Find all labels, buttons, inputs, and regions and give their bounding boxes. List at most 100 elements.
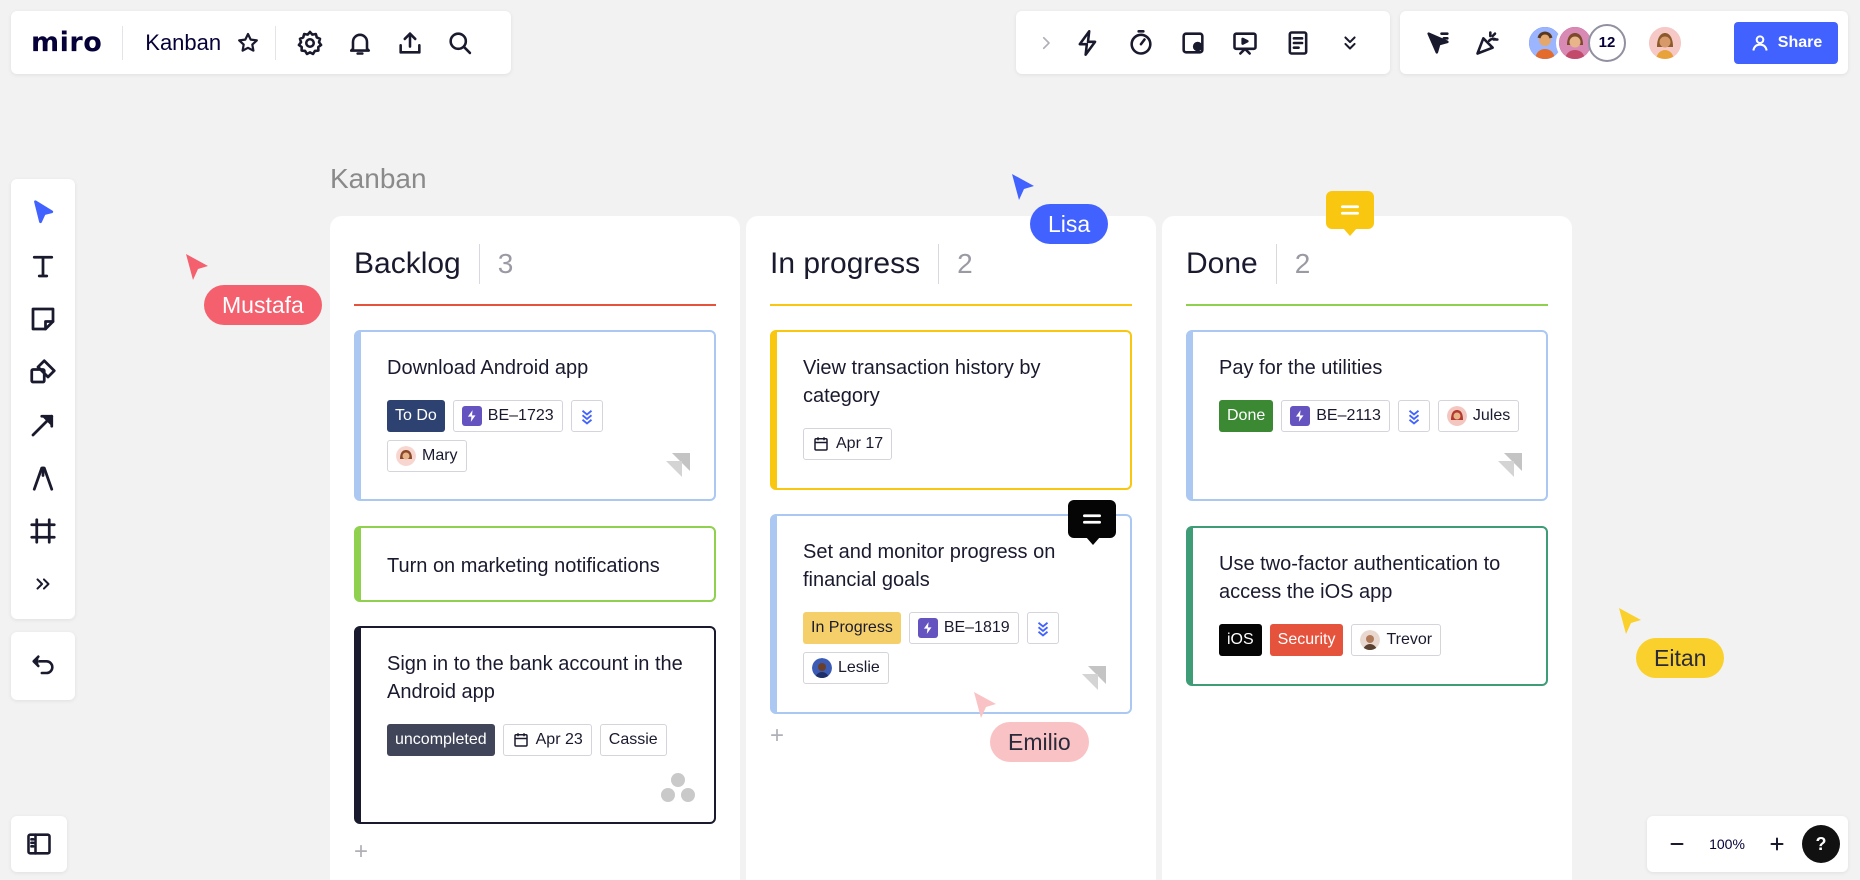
share-button[interactable]: Share (1734, 21, 1838, 64)
add-card-button[interactable]: + (354, 838, 368, 866)
kanban-column-done[interactable]: Done 2 Pay for the utilities Done BE–211… (1162, 216, 1572, 880)
collaborator-count-badge[interactable]: 12 (1588, 23, 1626, 62)
kanban-card[interactable]: Turn on marketing notifications (354, 526, 716, 602)
sidebar-panel-icon[interactable] (17, 822, 61, 866)
select-cursor-icon[interactable] (21, 191, 65, 235)
comment-bubble[interactable] (1068, 500, 1116, 538)
add-card-button[interactable]: + (770, 722, 784, 750)
card-tags: To Do BE–1723 Mary (387, 400, 690, 472)
sticky-note-icon[interactable] (21, 297, 65, 341)
priority-lowest-icon[interactable] (570, 400, 603, 432)
kanban-card[interactable]: Pay for the utilities Done BE–2113 Jules (1186, 330, 1548, 501)
collaborator-avatars[interactable]: 12 (1526, 23, 1626, 62)
divider (478, 244, 480, 284)
status-tag[interactable]: uncompleted (387, 724, 495, 756)
text-tool-icon[interactable] (21, 244, 65, 288)
arrow-connector-icon[interactable] (21, 403, 65, 447)
zoom-out-icon[interactable] (1655, 822, 1699, 866)
priority-lowest-icon[interactable] (1026, 612, 1059, 644)
timer-icon[interactable] (1119, 21, 1163, 65)
frame-tool-icon[interactable] (21, 509, 65, 553)
pen-tool-icon[interactable] (21, 456, 65, 500)
notes-list-icon[interactable] (1276, 21, 1320, 65)
due-date-tag[interactable]: Apr 17 (803, 428, 893, 460)
collaboration-toolbar (1016, 11, 1390, 74)
card-title[interactable]: Sign in to the bank account in the Andro… (387, 650, 690, 706)
divider (1275, 244, 1277, 284)
due-date-tag[interactable]: Apr 23 (502, 724, 592, 756)
status-tag[interactable]: In Progress (803, 612, 901, 644)
column-underline (770, 304, 1132, 306)
collaborator-cursor-label: Mustafa (204, 285, 322, 325)
card-title[interactable]: Turn on marketing notifications (387, 552, 690, 580)
people-share-bar: 12 Share (1400, 11, 1848, 74)
priority-lowest-icon[interactable] (1397, 400, 1430, 432)
search-icon[interactable] (438, 21, 482, 65)
presentation-icon[interactable] (1223, 21, 1267, 65)
assignee-name: Leslie (838, 659, 880, 676)
settings-gear-icon[interactable] (288, 21, 332, 65)
status-tag[interactable]: To Do (387, 400, 445, 432)
collaborator-cursor-label: Eitan (1636, 638, 1725, 678)
chevron-right-icon[interactable] (1034, 21, 1058, 65)
assignee-tag[interactable]: Trevor (1351, 624, 1442, 656)
card-note-icon[interactable] (1171, 21, 1215, 65)
card-title[interactable]: View transaction history by category (803, 354, 1106, 410)
jira-lightning-icon (1290, 406, 1311, 426)
kanban-column-in-progress[interactable]: In progress 2 View transaction history b… (746, 216, 1156, 880)
column-title[interactable]: In progress (770, 247, 920, 281)
comment-bubble-tail (1086, 537, 1100, 545)
bell-icon[interactable] (338, 21, 382, 65)
platform-tag[interactable]: iOS (1219, 624, 1262, 656)
cursor-follow-icon[interactable] (1416, 21, 1460, 65)
comment-bubble[interactable] (1326, 191, 1374, 229)
board-title[interactable]: Kanban (145, 30, 221, 56)
status-tag[interactable]: Done (1219, 400, 1274, 432)
column-title[interactable]: Backlog (354, 247, 461, 281)
kanban-card[interactable]: Use two-factor authentication to access … (1186, 526, 1548, 686)
due-date: Apr 23 (535, 731, 583, 748)
jira-ticket-tag[interactable]: BE–1819 (908, 612, 1019, 644)
kanban-card[interactable]: Download Android app To Do BE–1723 Mary (354, 330, 716, 501)
person-avatar-icon (1559, 26, 1591, 59)
assignee-tag[interactable]: Cassie (599, 724, 667, 756)
help-button[interactable]: ? (1802, 825, 1840, 863)
frame-label[interactable]: Kanban (330, 163, 427, 195)
card-title[interactable]: Pay for the utilities (1219, 354, 1522, 382)
assignee-tag[interactable]: Jules (1437, 400, 1520, 432)
kanban-card[interactable]: View transaction history by category Apr… (770, 330, 1132, 490)
card-title[interactable]: Use two-factor authentication to access … (1219, 550, 1522, 606)
assignee-tag[interactable]: Mary (387, 440, 467, 472)
divider (275, 25, 277, 60)
star-icon[interactable] (233, 21, 263, 65)
jira-ticket-tag[interactable]: BE–2113 (1281, 400, 1390, 432)
category-tag[interactable]: Security (1269, 624, 1344, 656)
zoom-in-icon[interactable] (1755, 822, 1799, 866)
assignee-tag[interactable]: Leslie (803, 652, 889, 684)
column-header: In progress 2 (770, 238, 1132, 290)
lightning-icon[interactable] (1066, 21, 1110, 65)
miro-logo[interactable]: miro (31, 27, 102, 58)
kanban-column-backlog[interactable]: Backlog 3 Download Android app To Do BE–… (330, 216, 740, 880)
person-avatar-icon (1446, 406, 1467, 426)
zoom-level[interactable]: 100% (1701, 836, 1753, 852)
comment-bubble-tail (1343, 228, 1357, 236)
celebrate-party-icon[interactable] (1466, 21, 1510, 65)
jira-ticket-tag[interactable]: BE–1723 (452, 400, 563, 432)
upload-export-icon[interactable] (388, 21, 432, 65)
shapes-icon[interactable] (21, 350, 65, 394)
current-user-avatar[interactable] (1646, 23, 1684, 62)
undo-icon[interactable] (21, 644, 65, 688)
column-title[interactable]: Done (1186, 247, 1258, 281)
card-title[interactable]: Set and monitor progress on financial go… (803, 538, 1106, 594)
more-tools-icon[interactable] (21, 562, 65, 606)
comment-lines-icon (1083, 514, 1101, 524)
person-avatar-icon (812, 658, 832, 678)
kanban-card[interactable]: Set and monitor progress on financial go… (770, 514, 1132, 714)
card-title[interactable]: Download Android app (387, 354, 690, 382)
column-count: 2 (1294, 248, 1311, 279)
jira-logo-icon (1082, 666, 1106, 690)
chevrons-down-icon[interactable] (1328, 21, 1372, 65)
kanban-card[interactable]: Sign in to the bank account in the Andro… (354, 626, 716, 824)
assignee-name: Jules (1472, 407, 1511, 424)
